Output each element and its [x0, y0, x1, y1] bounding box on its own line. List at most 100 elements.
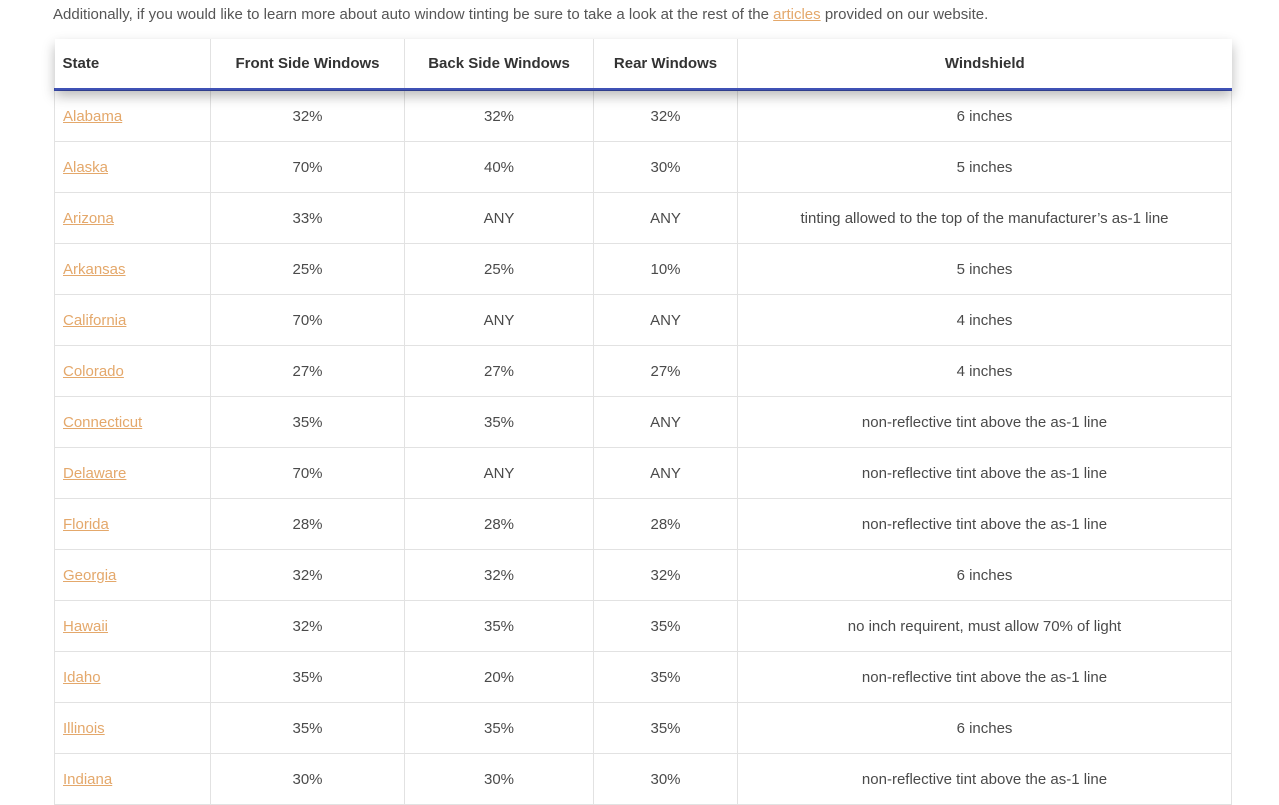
back-side-cell: 35%: [404, 396, 594, 448]
state-cell: Florida: [54, 498, 211, 550]
state-cell: Georgia: [54, 549, 211, 601]
rear-cell: ANY: [593, 192, 738, 244]
intro-text-before: Additionally, if you would like to learn…: [53, 6, 774, 23]
state-link[interactable]: Alabama: [63, 108, 122, 125]
windshield-cell: 5 inches: [737, 141, 1232, 193]
back-side-cell: 40%: [404, 141, 594, 193]
windshield-cell: 6 inches: [737, 549, 1232, 601]
front-side-cell: 70%: [210, 141, 405, 193]
state-cell: Alaska: [54, 141, 211, 193]
tint-laws-table: State Front Side Windows Back Side Windo…: [54, 39, 1232, 805]
state-link[interactable]: Connecticut: [63, 414, 142, 431]
windshield-cell: non-reflective tint above the as-1 line: [737, 753, 1232, 805]
rear-cell: 27%: [593, 345, 738, 397]
table-header: State Front Side Windows Back Side Windo…: [54, 39, 1232, 91]
state-link[interactable]: Indiana: [63, 771, 112, 788]
header-back-side-windows: Back Side Windows: [404, 39, 594, 91]
rear-cell: 32%: [593, 89, 738, 142]
table-row: Delaware 70% ANY ANY non-reflective tint abo…: [54, 447, 1232, 499]
back-side-cell: ANY: [404, 294, 594, 346]
rear-cell: 35%: [593, 702, 738, 754]
header-front-side-windows: Front Side Windows: [210, 39, 405, 91]
back-side-cell: 32%: [404, 89, 594, 142]
header-windshield: Windshield: [737, 39, 1232, 91]
header-row: State Front Side Windows Back Side Windo…: [54, 39, 1232, 91]
table-row: Indiana 30% 30% 30% non-reflective tint abov…: [54, 753, 1232, 805]
table-row: California 70% ANY ANY 4 inches: [54, 294, 1232, 346]
front-side-cell: 33%: [210, 192, 405, 244]
back-side-cell: 35%: [404, 702, 594, 754]
tint-laws-table-container: State Front Side Windows Back Side Windo…: [54, 39, 1232, 805]
back-side-cell: 20%: [404, 651, 594, 703]
windshield-cell: 6 inches: [737, 702, 1232, 754]
intro-text-after: provided on our website.: [820, 6, 989, 23]
table-body: Alabama 32% 32% 32% 6 inches Alaska 70% 40% 30% 5…: [54, 89, 1232, 805]
rear-cell: ANY: [593, 447, 738, 499]
back-side-cell: 32%: [404, 549, 594, 601]
table-row: Alaska 70% 40% 30% 5 inches: [54, 141, 1232, 193]
state-cell: Hawaii: [54, 600, 211, 652]
front-side-cell: 25%: [210, 243, 405, 295]
back-side-cell: 27%: [404, 345, 594, 397]
front-side-cell: 70%: [210, 294, 405, 346]
state-link[interactable]: Georgia: [63, 567, 116, 584]
windshield-cell: tinting allowed to the top of the manufa…: [737, 192, 1232, 244]
table-row: Connecticut 35% 35% ANY non-reflective tint …: [54, 396, 1232, 448]
state-cell: California: [54, 294, 211, 346]
state-cell: Alabama: [54, 89, 211, 142]
state-link[interactable]: Idaho: [63, 669, 101, 686]
table-row: Hawaii 32% 35% 35% no inch requirent, must a…: [54, 600, 1232, 652]
front-side-cell: 32%: [210, 600, 405, 652]
back-side-cell: 25%: [404, 243, 594, 295]
intro-paragraph: Additionally, if you would like to learn…: [53, 6, 988, 23]
windshield-cell: 4 inches: [737, 345, 1232, 397]
table-row: Idaho 35% 20% 35% non-reflective tint above …: [54, 651, 1232, 703]
state-link[interactable]: Florida: [63, 516, 109, 533]
table-row: Georgia 32% 32% 32% 6 inches: [54, 549, 1232, 601]
windshield-cell: non-reflective tint above the as-1 line: [737, 651, 1232, 703]
windshield-cell: 4 inches: [737, 294, 1232, 346]
front-side-cell: 70%: [210, 447, 405, 499]
back-side-cell: 28%: [404, 498, 594, 550]
rear-cell: 35%: [593, 600, 738, 652]
back-side-cell: ANY: [404, 192, 594, 244]
back-side-cell: 30%: [404, 753, 594, 805]
rear-cell: 35%: [593, 651, 738, 703]
state-cell: Colorado: [54, 345, 211, 397]
state-cell: Idaho: [54, 651, 211, 703]
front-side-cell: 35%: [210, 702, 405, 754]
rear-cell: 10%: [593, 243, 738, 295]
rear-cell: ANY: [593, 396, 738, 448]
rear-cell: 32%: [593, 549, 738, 601]
state-link[interactable]: Colorado: [63, 363, 124, 380]
front-side-cell: 28%: [210, 498, 405, 550]
state-link[interactable]: Arizona: [63, 210, 114, 227]
state-cell: Arkansas: [54, 243, 211, 295]
state-link[interactable]: Alaska: [63, 159, 108, 176]
table-row: Illinois 35% 35% 35% 6 inches: [54, 702, 1232, 754]
state-link[interactable]: California: [63, 312, 126, 329]
header-state: State: [54, 39, 211, 91]
windshield-cell: non-reflective tint above the as-1 line: [737, 396, 1232, 448]
front-side-cell: 30%: [210, 753, 405, 805]
state-cell: Connecticut: [54, 396, 211, 448]
front-side-cell: 35%: [210, 396, 405, 448]
state-cell: Delaware: [54, 447, 211, 499]
front-side-cell: 27%: [210, 345, 405, 397]
table-row: Arizona 33% ANY ANY tinting allowed to the t…: [54, 192, 1232, 244]
windshield-cell: non-reflective tint above the as-1 line: [737, 498, 1232, 550]
rear-cell: 28%: [593, 498, 738, 550]
windshield-cell: 6 inches: [737, 89, 1232, 142]
state-link[interactable]: Arkansas: [63, 261, 126, 278]
articles-link[interactable]: articles: [773, 6, 821, 23]
windshield-cell: non-reflective tint above the as-1 line: [737, 447, 1232, 499]
front-side-cell: 35%: [210, 651, 405, 703]
header-rear-windows: Rear Windows: [593, 39, 738, 91]
state-link[interactable]: Hawaii: [63, 618, 108, 635]
front-side-cell: 32%: [210, 549, 405, 601]
table-row: Alabama 32% 32% 32% 6 inches: [54, 89, 1232, 142]
state-link[interactable]: Delaware: [63, 465, 126, 482]
windshield-cell: no inch requirent, must allow 70% of lig…: [737, 600, 1232, 652]
state-cell: Arizona: [54, 192, 211, 244]
state-link[interactable]: Illinois: [63, 720, 105, 737]
